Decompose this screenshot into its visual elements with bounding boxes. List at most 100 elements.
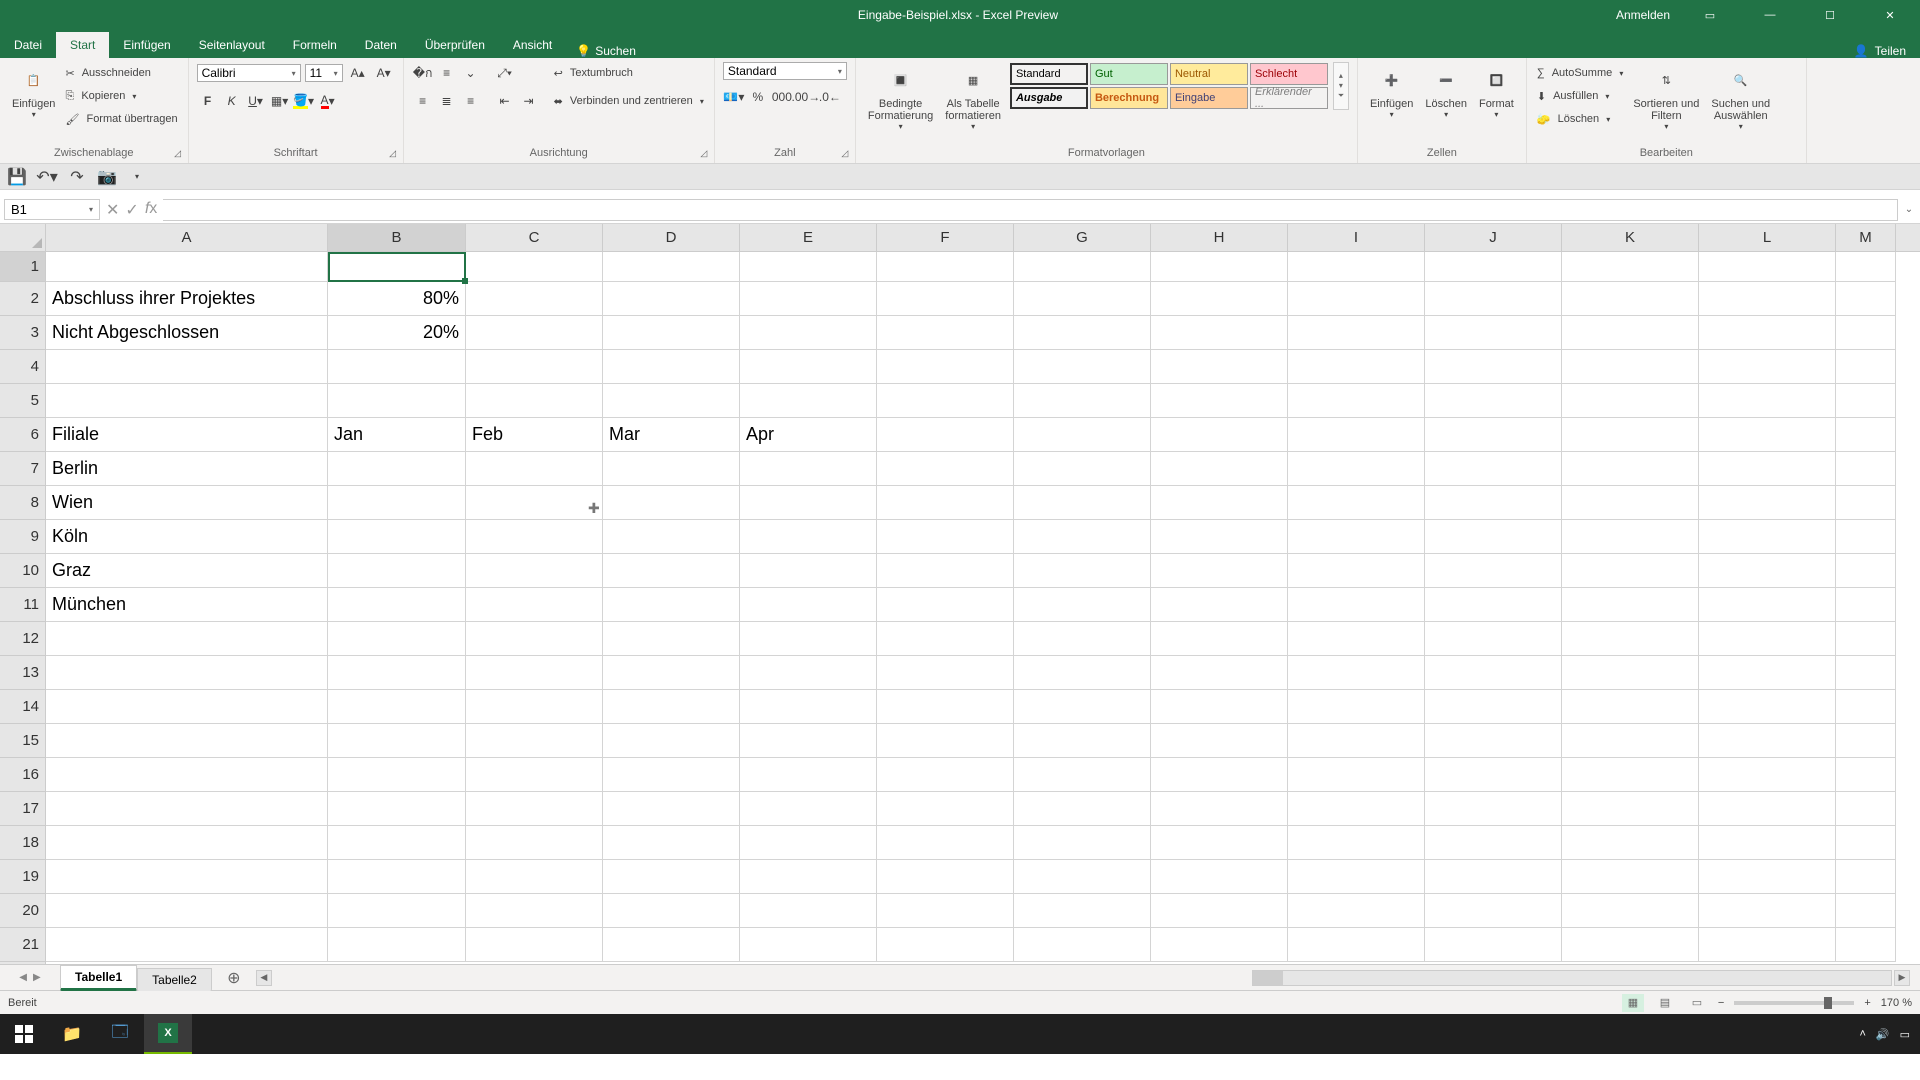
row-header-8[interactable]: 8 (0, 486, 45, 520)
paste-button[interactable]: 📋 Einfügen ▾ (8, 62, 59, 121)
cell-M11[interactable] (1836, 588, 1896, 622)
cell-A5[interactable] (46, 384, 328, 418)
cell-H18[interactable] (1151, 826, 1288, 860)
cell-G21[interactable] (1014, 928, 1151, 962)
cell-K5[interactable] (1562, 384, 1699, 418)
col-header-E[interactable]: E (740, 224, 877, 251)
cell-D3[interactable] (603, 316, 740, 350)
cell-D18[interactable] (603, 826, 740, 860)
cell-L2[interactable] (1699, 282, 1836, 316)
cell-C15[interactable] (466, 724, 603, 758)
col-header-M[interactable]: M (1836, 224, 1896, 251)
cell-I18[interactable] (1288, 826, 1425, 860)
cell-L4[interactable] (1699, 350, 1836, 384)
clipboard-launcher[interactable]: ◿ (171, 146, 185, 160)
cell-I3[interactable] (1288, 316, 1425, 350)
orientation-icon[interactable]: ⤢▾ (494, 62, 516, 84)
cell-E21[interactable] (740, 928, 877, 962)
cell-J5[interactable] (1425, 384, 1562, 418)
cell-G13[interactable] (1014, 656, 1151, 690)
cell-K14[interactable] (1562, 690, 1699, 724)
cell-G19[interactable] (1014, 860, 1151, 894)
cell-H21[interactable] (1151, 928, 1288, 962)
cell-G11[interactable] (1014, 588, 1151, 622)
cell-C12[interactable] (466, 622, 603, 656)
cell-G4[interactable] (1014, 350, 1151, 384)
row-header-9[interactable]: 9 (0, 520, 45, 554)
cell-B17[interactable] (328, 792, 466, 826)
font-size-combo[interactable]: 11▾ (305, 64, 343, 82)
cell-M15[interactable] (1836, 724, 1896, 758)
cell-C3[interactable] (466, 316, 603, 350)
cell-C4[interactable] (466, 350, 603, 384)
file-tab[interactable]: Datei (0, 32, 56, 58)
cell-A2[interactable]: Abschluss ihrer Projektes (46, 282, 328, 316)
redo-button[interactable]: ↷ (66, 166, 88, 188)
cell-H7[interactable] (1151, 452, 1288, 486)
cell-C13[interactable] (466, 656, 603, 690)
cell-style-schlecht[interactable]: Schlecht (1250, 63, 1328, 85)
tray-up-icon[interactable]: ˄ (1859, 1028, 1865, 1040)
row-header-7[interactable]: 7 (0, 452, 45, 486)
cell-A14[interactable] (46, 690, 328, 724)
cell-B3[interactable]: 20% (328, 316, 466, 350)
row-header-12[interactable]: 12 (0, 622, 45, 656)
cell-L11[interactable] (1699, 588, 1836, 622)
cell-style-erklaerender[interactable]: Erklärender ... (1250, 87, 1328, 109)
cell-B10[interactable] (328, 554, 466, 588)
alignment-launcher[interactable]: ◿ (697, 146, 711, 160)
zoom-out-button[interactable]: − (1718, 997, 1724, 1009)
cell-D5[interactable] (603, 384, 740, 418)
cell-G20[interactable] (1014, 894, 1151, 928)
taskbar-explorer-icon[interactable]: 📁 (48, 1014, 96, 1054)
cell-B20[interactable] (328, 894, 466, 928)
tab-daten[interactable]: Daten (351, 32, 411, 58)
cell-K18[interactable] (1562, 826, 1699, 860)
row-header-11[interactable]: 11 (0, 588, 45, 622)
cell-B18[interactable] (328, 826, 466, 860)
cell-E9[interactable] (740, 520, 877, 554)
cell-D12[interactable] (603, 622, 740, 656)
cell-I19[interactable] (1288, 860, 1425, 894)
enter-formula-icon[interactable]: ✓ (125, 200, 138, 220)
cell-E15[interactable] (740, 724, 877, 758)
tray-volume-icon[interactable]: 🔊 (1876, 1028, 1890, 1041)
cell-J16[interactable] (1425, 758, 1562, 792)
cell-D7[interactable] (603, 452, 740, 486)
cell-B21[interactable] (328, 928, 466, 962)
cell-I16[interactable] (1288, 758, 1425, 792)
col-header-A[interactable]: A (46, 224, 328, 251)
cell-F2[interactable] (877, 282, 1014, 316)
cell-G3[interactable] (1014, 316, 1151, 350)
cell-I13[interactable] (1288, 656, 1425, 690)
cell-M21[interactable] (1836, 928, 1896, 962)
cell-K6[interactable] (1562, 418, 1699, 452)
taskbar-excel-icon[interactable]: X (144, 1014, 192, 1054)
ribbon-display-options-icon[interactable]: ▭ (1690, 0, 1730, 30)
styles-more[interactable]: ⏷ (1334, 91, 1348, 101)
cell-K7[interactable] (1562, 452, 1699, 486)
italic-button[interactable]: K (221, 90, 243, 112)
cell-J17[interactable] (1425, 792, 1562, 826)
cell-style-standard[interactable]: Standard (1010, 63, 1088, 85)
column-headers[interactable]: A B C D E F G H I J K L M (46, 224, 1920, 252)
decrease-indent-icon[interactable]: ⇤ (494, 90, 516, 112)
cell-M9[interactable] (1836, 520, 1896, 554)
cell-L6[interactable] (1699, 418, 1836, 452)
tab-formeln[interactable]: Formeln (279, 32, 351, 58)
cell-G14[interactable] (1014, 690, 1151, 724)
cell-F20[interactable] (877, 894, 1014, 928)
cell-C17[interactable] (466, 792, 603, 826)
cell-F10[interactable] (877, 554, 1014, 588)
cell-F11[interactable] (877, 588, 1014, 622)
row-header-19[interactable]: 19 (0, 860, 45, 894)
cell-I11[interactable] (1288, 588, 1425, 622)
cell-K17[interactable] (1562, 792, 1699, 826)
cell-H2[interactable] (1151, 282, 1288, 316)
cell-H8[interactable] (1151, 486, 1288, 520)
cell-I4[interactable] (1288, 350, 1425, 384)
hscroll-track[interactable] (1252, 970, 1892, 986)
row-header-2[interactable]: 2 (0, 282, 45, 316)
cell-G6[interactable] (1014, 418, 1151, 452)
cell-I8[interactable] (1288, 486, 1425, 520)
